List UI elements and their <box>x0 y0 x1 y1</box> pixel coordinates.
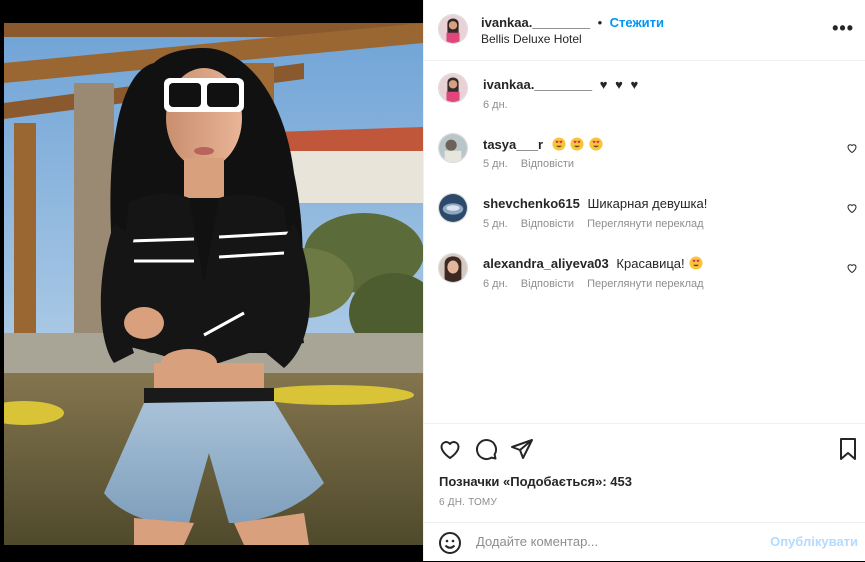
add-comment-bar: Опублікувати <box>424 522 865 562</box>
author-username[interactable]: ivankaa.________ <box>481 15 590 30</box>
share-send-icon[interactable] <box>510 437 534 461</box>
post-details-panel: ivankaa.________ • Стежити Bellis Deluxe… <box>423 0 865 561</box>
author-avatar[interactable] <box>438 14 468 44</box>
emoji-smiley-icon[interactable] <box>438 531 462 555</box>
like-heart-icon[interactable] <box>438 437 462 461</box>
comment-time[interactable]: 6 дн. <box>483 278 508 290</box>
post-header: ivankaa.________ • Стежити Bellis Deluxe… <box>424 0 865 61</box>
see-translation-button[interactable]: Переглянути переклад <box>587 218 703 230</box>
more-options-icon[interactable]: ••• <box>832 18 854 39</box>
like-comment-heart-icon[interactable] <box>846 202 858 214</box>
reply-button[interactable]: Відповісти <box>521 278 574 290</box>
caption-avatar[interactable] <box>438 73 468 103</box>
post-image[interactable] <box>0 23 423 545</box>
publish-button[interactable]: Опублікувати <box>770 534 858 549</box>
caption-time[interactable]: 6 дн. <box>483 99 508 111</box>
comment-text: Шикарная девушка! <box>587 196 708 211</box>
heart-eyes-emoji-icon <box>689 256 703 270</box>
comment-text: Красавица! <box>616 256 685 271</box>
reply-button[interactable]: Відповісти <box>521 158 574 170</box>
separator-dot: • <box>597 15 603 30</box>
see-translation-button[interactable]: Переглянути переклад <box>587 278 703 290</box>
comment-input[interactable] <box>474 533 768 550</box>
post-location[interactable]: Bellis Deluxe Hotel <box>481 32 582 46</box>
commenter-avatar[interactable] <box>438 133 468 163</box>
save-bookmark-icon[interactable] <box>836 437 860 461</box>
follow-button[interactable]: Стежити <box>610 15 664 30</box>
heart-eyes-emoji-icon <box>570 137 584 151</box>
comment-emoji-group <box>551 137 603 152</box>
commenter-username[interactable]: shevchenko615 <box>483 196 580 211</box>
commenter-username[interactable]: alexandra_aliyeva03 <box>483 256 609 271</box>
post-photo[interactable] <box>0 0 423 561</box>
commenter-username[interactable]: tasya___r <box>483 137 543 152</box>
caption-username[interactable]: ivankaa.________ <box>483 77 592 92</box>
comment-time[interactable]: 5 дн. <box>483 158 508 170</box>
comment-time[interactable]: 5 дн. <box>483 218 508 230</box>
comment-bubble-icon[interactable] <box>474 437 498 461</box>
reply-button[interactable]: Відповісти <box>521 218 574 230</box>
like-comment-heart-icon[interactable] <box>846 262 858 274</box>
heart-eyes-emoji-icon <box>589 137 603 151</box>
photo-illustration <box>0 23 423 545</box>
like-comment-heart-icon[interactable] <box>846 142 858 154</box>
posted-time[interactable]: 6 ДН. ТОМУ <box>439 497 497 508</box>
heart-eyes-emoji-icon <box>552 137 566 151</box>
commenter-avatar[interactable] <box>438 193 468 223</box>
commenter-avatar[interactable] <box>438 253 468 283</box>
likes-count[interactable]: Позначки «Подобається»: 453 <box>439 474 632 489</box>
post-actions: Позначки «Подобається»: 453 6 ДН. ТОМУ <box>424 423 865 522</box>
caption-text: ♥ ♥ ♥ <box>599 77 641 92</box>
